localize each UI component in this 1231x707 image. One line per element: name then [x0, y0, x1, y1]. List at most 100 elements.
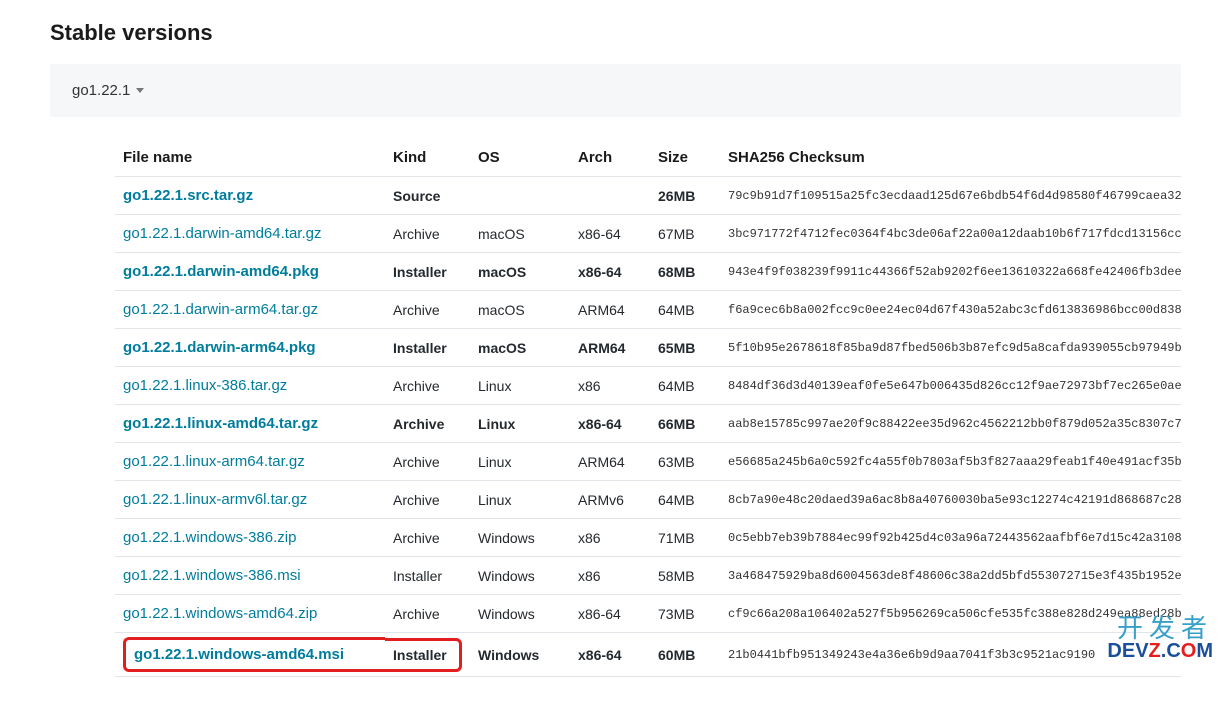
cell-size: 64MB [650, 291, 720, 329]
cell-arch: x86 [570, 557, 650, 595]
cell-os: Linux [470, 443, 570, 481]
cell-size: 65MB [650, 329, 720, 367]
cell-sha: aab8e15785c997ae20f9c88422ee35d962c45622… [720, 405, 1181, 443]
download-link[interactable]: go1.22.1.darwin-amd64.pkg [123, 263, 319, 280]
cell-arch: ARM64 [570, 291, 650, 329]
cell-kind: Archive [385, 291, 470, 329]
cell-arch: ARM64 [570, 443, 650, 481]
cell-sha: 8484df36d3d40139eaf0fe5e647b006435d826cc… [720, 367, 1181, 405]
download-link[interactable]: go1.22.1.darwin-amd64.tar.gz [123, 225, 321, 242]
cell-arch: x86-64 [570, 405, 650, 443]
cell-kind: Archive [385, 215, 470, 253]
download-link[interactable]: go1.22.1.linux-armv6l.tar.gz [123, 491, 307, 508]
cell-kind: Installer [385, 253, 470, 291]
col-size: Size [650, 139, 720, 177]
cell-size: 71MB [650, 519, 720, 557]
cell-size: 64MB [650, 481, 720, 519]
cell-arch: x86-64 [570, 633, 650, 677]
cell-kind: Archive [385, 443, 470, 481]
cell-kind: Archive [385, 481, 470, 519]
cell-arch: x86 [570, 519, 650, 557]
table-row: go1.22.1.windows-amd64.msi InstallerWindo… [115, 633, 1181, 677]
cell-os: macOS [470, 329, 570, 367]
cell-os: Linux [470, 367, 570, 405]
table-row: go1.22.1.darwin-amd64.tar.gz ArchivemacOS… [115, 215, 1181, 253]
table-row: go1.22.1.windows-amd64.zipArchiveWindows… [115, 595, 1181, 633]
table-row: go1.22.1.windows-386.zip ArchiveWindowsx8… [115, 519, 1181, 557]
cell-arch: x86 [570, 367, 650, 405]
cell-sha: 79c9b91d7f109515a25fc3ecdaad125d67e6bdb5… [720, 177, 1181, 215]
version-label: go1.22.1 [72, 82, 130, 99]
cell-kind: Archive [385, 519, 470, 557]
cell-arch: ARMv6 [570, 481, 650, 519]
table-row: go1.22.1.src.tar.gz Source 26MB79c9b91d7f1… [115, 177, 1181, 215]
cell-os: macOS [470, 291, 570, 329]
cell-size: 60MB [650, 633, 720, 677]
version-selector[interactable]: go1.22.1 [50, 64, 1181, 117]
cell-kind: Installer [385, 329, 470, 367]
cell-arch: ARM64 [570, 329, 650, 367]
section-heading: Stable versions [50, 20, 1181, 46]
cell-os: Windows [470, 633, 570, 677]
download-link[interactable]: go1.22.1.windows-amd64.msi [134, 646, 344, 663]
table-row: go1.22.1.linux-arm64.tar.gz ArchiveLinuxA… [115, 443, 1181, 481]
table-row: go1.22.1.darwin-arm64.pkg InstallermacOSA… [115, 329, 1181, 367]
cell-sha: 5f10b95e2678618f85ba9d87fbed506b3b87efc9… [720, 329, 1181, 367]
cell-size: 68MB [650, 253, 720, 291]
col-os: OS [470, 139, 570, 177]
download-link[interactable]: go1.22.1.linux-amd64.tar.gz [123, 415, 318, 432]
cell-kind: Archive [385, 595, 470, 633]
cell-size: 58MB [650, 557, 720, 595]
cell-os [470, 177, 570, 215]
cell-sha: 8cb7a90e48c20daed39a6ac8b8a40760030ba5e9… [720, 481, 1181, 519]
cell-sha: e56685a245b6a0c592fc4a55f0b7803af5b3f827… [720, 443, 1181, 481]
downloads-table: File name Kind OS Arch Size SHA256 Check… [115, 139, 1181, 677]
cell-size: 63MB [650, 443, 720, 481]
download-link[interactable]: go1.22.1.linux-386.tar.gz [123, 377, 287, 394]
table-row: go1.22.1.windows-386.msiInstallerWindows… [115, 557, 1181, 595]
cell-arch: x86-64 [570, 253, 650, 291]
table-row: go1.22.1.darwin-amd64.pkg InstallermacOSx… [115, 253, 1181, 291]
download-link[interactable]: go1.22.1.src.tar.gz [123, 187, 253, 204]
cell-sha: 0c5ebb7eb39b7884ec99f92b425d4c03a96a7244… [720, 519, 1181, 557]
caret-down-icon [136, 88, 144, 93]
cell-os: Windows [470, 519, 570, 557]
cell-size: 67MB [650, 215, 720, 253]
download-link[interactable]: go1.22.1.windows-386.zip [123, 529, 296, 546]
cell-sha: cf9c66a208a106402a527f5b956269ca506cfe53… [720, 595, 1181, 633]
cell-os: Linux [470, 405, 570, 443]
col-kind: Kind [385, 139, 470, 177]
cell-size: 66MB [650, 405, 720, 443]
cell-os: macOS [470, 215, 570, 253]
cell-os: Linux [470, 481, 570, 519]
cell-arch: x86-64 [570, 215, 650, 253]
download-link[interactable]: go1.22.1.darwin-arm64.tar.gz [123, 301, 318, 318]
cell-sha: f6a9cec6b8a002fcc9c0ee24ec04d67f430a52ab… [720, 291, 1181, 329]
cell-kind: Source [385, 177, 470, 215]
cell-size: 64MB [650, 367, 720, 405]
download-link[interactable]: go1.22.1.linux-arm64.tar.gz [123, 453, 305, 470]
cell-kind: Archive [385, 367, 470, 405]
col-sha: SHA256 Checksum [720, 139, 1181, 177]
cell-size: 73MB [650, 595, 720, 633]
table-row: go1.22.1.darwin-arm64.tar.gz ArchivemacOS… [115, 291, 1181, 329]
cell-arch: x86-64 [570, 595, 650, 633]
table-row: go1.22.1.linux-armv6l.tar.gz ArchiveLinux… [115, 481, 1181, 519]
cell-sha: 3a468475929ba8d6004563de8f48606c38a2dd5b… [720, 557, 1181, 595]
table-row: go1.22.1.linux-386.tar.gz ArchiveLinuxx86… [115, 367, 1181, 405]
cell-sha: 3bc971772f4712fec0364f4bc3de06af22a00a12… [720, 215, 1181, 253]
download-link[interactable]: go1.22.1.windows-386.msi [123, 567, 301, 584]
cell-os: Windows [470, 557, 570, 595]
col-arch: Arch [570, 139, 650, 177]
cell-sha: 21b0441bfb951349243e4a36e6b9d9aa7041f3b3… [720, 633, 1181, 677]
cell-os: macOS [470, 253, 570, 291]
table-header-row: File name Kind OS Arch Size SHA256 Check… [115, 139, 1181, 177]
cell-kind: Installer [385, 633, 470, 677]
cell-sha: 943e4f9f038239f9911c44366f52ab9202f6ee13… [720, 253, 1181, 291]
download-link[interactable]: go1.22.1.darwin-arm64.pkg [123, 339, 316, 356]
cell-arch [570, 177, 650, 215]
download-link[interactable]: go1.22.1.windows-amd64.zip [123, 605, 317, 622]
table-row: go1.22.1.linux-amd64.tar.gzArchiveLinuxx… [115, 405, 1181, 443]
col-file-name: File name [115, 139, 385, 177]
cell-size: 26MB [650, 177, 720, 215]
